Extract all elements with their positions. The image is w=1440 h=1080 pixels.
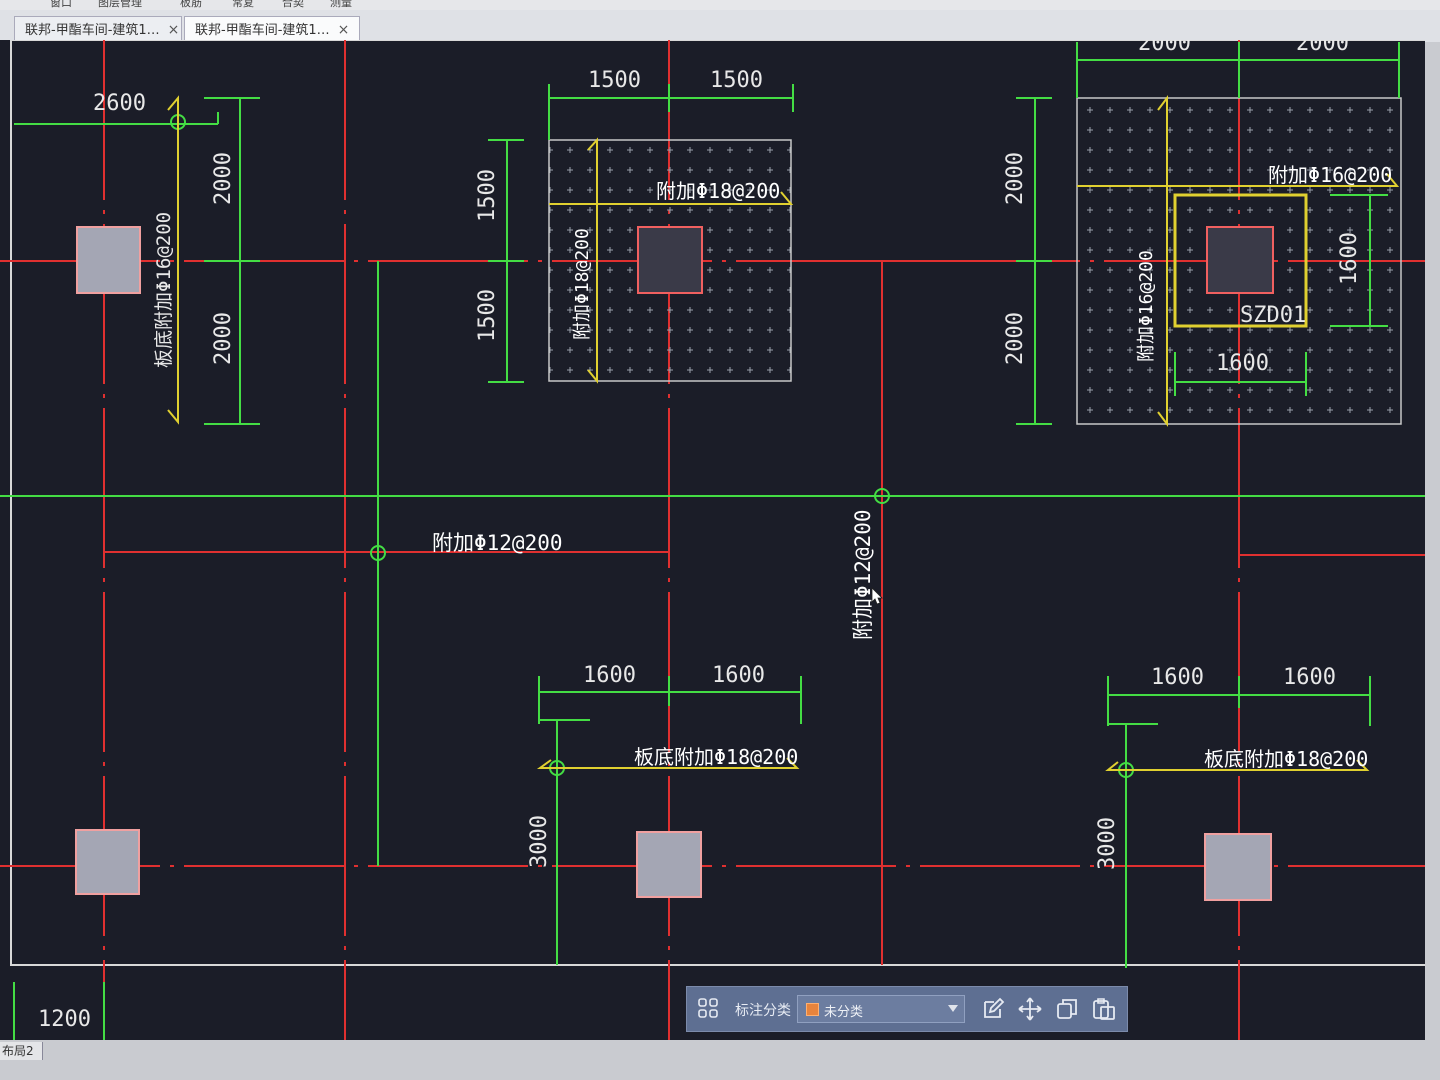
chevron-down-icon <box>948 1005 958 1012</box>
layout-bar: 布局2 <box>0 1040 1440 1080</box>
copy-icon[interactable] <box>1054 996 1080 1022</box>
document-tab-bar: 联邦-甲酯车间-建筑1… × 联邦-甲酯车间-建筑1… × <box>0 10 1440 42</box>
layout-tab[interactable]: 布局2 <box>0 1042 43 1060</box>
dim-text: 1600 <box>1283 665 1336 690</box>
dim-text: 1500 <box>588 68 641 93</box>
select-value: 未分类 <box>824 1005 864 1020</box>
cad-drawing-canvas[interactable]: 2600 2000 2000 板底附加Φ16@200 1500 1500 150… <box>0 40 1425 1042</box>
menu-item[interactable]: 图层管理 <box>98 0 142 10</box>
annotation-toolbar: 标注分类 未分类 <box>686 986 1128 1032</box>
tab-label: 联邦-甲酯车间-建筑1… <box>25 23 160 38</box>
dim-text: 1500 <box>710 68 763 93</box>
rebar-label: 附加Φ12@200 <box>851 509 875 640</box>
dim-text: 1500 <box>475 289 500 342</box>
edit-icon[interactable] <box>980 996 1006 1022</box>
move-icon[interactable] <box>1017 996 1043 1022</box>
column-szd01 <box>1206 226 1274 294</box>
menu-item[interactable]: 测量 <box>330 0 352 10</box>
dim-text: 2600 <box>93 91 146 116</box>
dim-text: 2000 <box>211 312 236 365</box>
dim-text: 3000 <box>527 815 552 868</box>
dim-text: 1600 <box>1151 665 1204 690</box>
menu-bar: 窗口 图层管理 板筋 常复 合契 测量 <box>0 0 1440 10</box>
column-2 <box>637 226 703 294</box>
document-tab[interactable]: 联邦-甲酯车间-建筑1… × <box>14 16 182 42</box>
document-tab-active[interactable]: 联邦-甲酯车间-建筑1… × <box>184 16 360 42</box>
dim-text: 2000 <box>1296 40 1349 56</box>
dim-text: 1500 <box>475 169 500 222</box>
rebar-label: 板底附加Φ18@200 <box>634 745 798 769</box>
rebar-label: 附加Φ16@200 <box>1136 250 1157 362</box>
dim-text: 2000 <box>1003 152 1028 205</box>
paste-icon[interactable] <box>1091 996 1117 1022</box>
column-label: SZD01 <box>1240 303 1306 328</box>
menu-item[interactable]: 窗口 <box>50 0 72 10</box>
rebar-label: 板底附加Φ16@200 <box>153 212 175 368</box>
annotation-category-label: 标注分类 <box>735 1003 791 1019</box>
dim-text: 1600 <box>712 663 765 688</box>
cad-drawing[interactable]: 2600 2000 2000 板底附加Φ16@200 1500 1500 150… <box>0 40 1425 1042</box>
dim-group-tl <box>14 97 386 866</box>
tab-label: 联邦-甲酯车间-建筑1… <box>195 23 330 38</box>
rebar-label: 附加Φ12@200 <box>432 531 563 555</box>
close-icon[interactable]: × <box>168 22 180 38</box>
color-swatch <box>806 1003 819 1016</box>
dim-text: 2000 <box>211 152 236 205</box>
menu-item[interactable]: 常复 <box>232 0 254 10</box>
rebar-label: 附加Φ16@200 <box>1268 163 1392 187</box>
dim-text: 2000 <box>1138 40 1191 56</box>
dim-text: 1600 <box>583 663 636 688</box>
menu-item[interactable]: 合契 <box>282 0 304 10</box>
dim-text: 2000 <box>1003 312 1028 365</box>
dim-text: 1600 <box>1337 232 1362 285</box>
annotation-category-select[interactable]: 未分类 <box>797 995 965 1023</box>
rebar-label: 附加Φ18@200 <box>572 228 593 340</box>
dim-text: 1600 <box>1216 351 1269 376</box>
menu-item[interactable]: 板筋 <box>180 0 202 10</box>
grid-icon[interactable] <box>697 997 719 1019</box>
rebar-label: 附加Φ18@200 <box>656 179 780 203</box>
dim-text: 3000 <box>1095 817 1120 870</box>
close-icon[interactable]: × <box>338 22 350 38</box>
rebar-label: 板底附加Φ18@200 <box>1204 747 1368 771</box>
dim-text: 1200 <box>38 1007 91 1032</box>
